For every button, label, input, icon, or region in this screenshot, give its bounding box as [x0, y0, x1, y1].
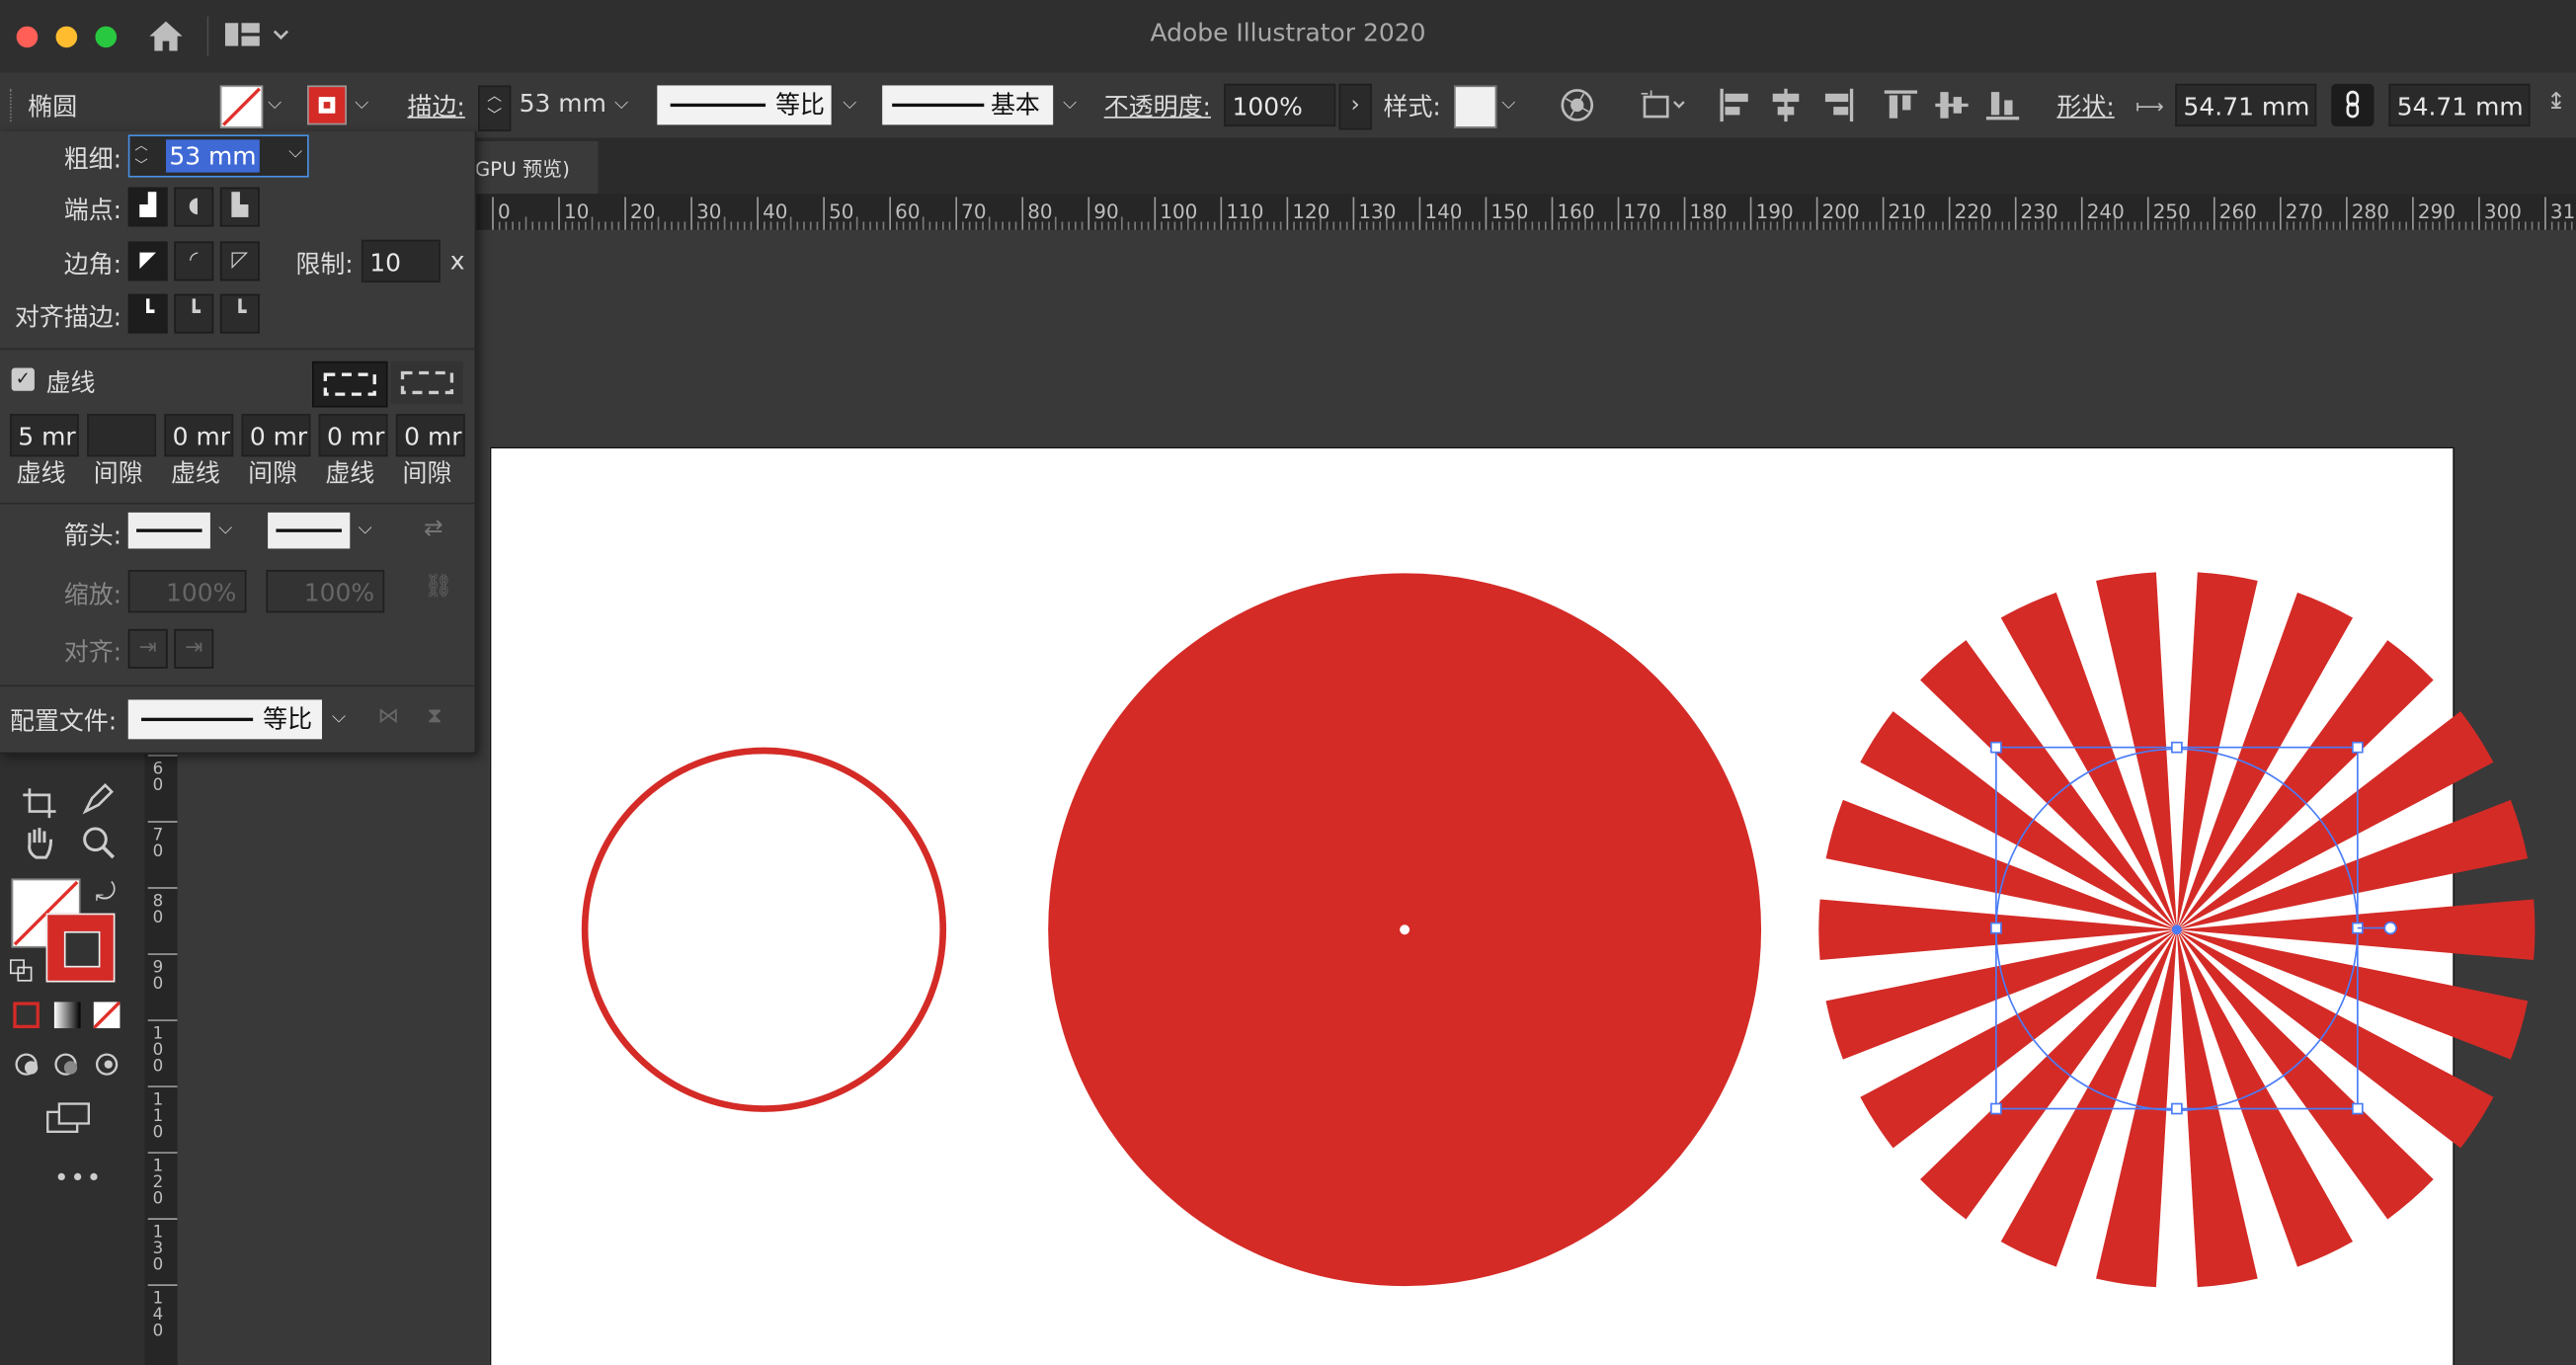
place-arrow-button[interactable]: ⇥	[174, 628, 214, 669]
gap-label: 间隙	[93, 457, 143, 488]
tools-panel: ⤾ •••	[0, 739, 145, 1365]
bevel-join-button[interactable]: ◸	[219, 241, 260, 281]
dash-input[interactable]: 5 mr	[9, 414, 79, 457]
stroke-panel: 粗细: ︿ ﹀ 53 mm ⌵ 端点: ▟ ◖ ▙ 边角: ◤ ◜ ◸ 限制: 1…	[0, 131, 477, 755]
dashed-label: 虚线	[45, 367, 96, 398]
gap-label: 间隙	[248, 457, 298, 488]
selection-center	[2171, 924, 2182, 935]
stroke-color-swatch[interactable]	[45, 913, 116, 983]
limit-label: 限制:	[295, 249, 354, 280]
align-dash-button[interactable]	[390, 361, 464, 405]
dashed-checkbox[interactable]: ✓	[11, 367, 35, 391]
arrow-align-label: 对齐:	[63, 637, 122, 668]
chevron-down-icon[interactable]: ⌵	[218, 518, 232, 540]
gradient-mode-button[interactable]	[53, 1002, 81, 1029]
preserve-dash-button[interactable]	[312, 361, 388, 408]
swap-icon[interactable]: ⤾	[95, 877, 116, 907]
color-mode-button[interactable]	[13, 1002, 40, 1029]
align-center-stroke-button[interactable]: ┗	[127, 293, 168, 334]
none-mode-button[interactable]	[93, 1002, 121, 1029]
corner-label: 边角:	[63, 249, 122, 280]
start-arrowhead-select[interactable]	[127, 512, 210, 549]
end-arrowhead-select[interactable]	[268, 512, 351, 549]
projecting-cap-button[interactable]: ▙	[219, 187, 260, 227]
selection-handle[interactable]	[2352, 741, 2364, 754]
profile-label: 配置文件:	[9, 706, 118, 737]
selection-handle[interactable]	[2352, 1102, 2364, 1115]
selection-handle[interactable]	[1990, 922, 2002, 934]
flip-along-icon[interactable]: ⋈	[378, 704, 400, 729]
swap-arrowheads-icon[interactable]: ⇄	[424, 516, 443, 542]
limit-input[interactable]: 10	[361, 239, 441, 283]
chevron-down-icon[interactable]: ⌵	[332, 706, 346, 729]
pen-icon[interactable]	[79, 778, 119, 818]
chevron-down-icon[interactable]: ⌵	[288, 141, 302, 164]
stroked-circle[interactable]	[581, 747, 947, 1112]
align-inside-stroke-button[interactable]: ┗	[174, 293, 214, 334]
more-icon[interactable]: •••	[54, 1163, 103, 1192]
selection-handle[interactable]	[2171, 1102, 2183, 1115]
arrowhead-label: 箭头:	[63, 521, 122, 551]
flip-across-icon[interactable]: ⧗	[427, 704, 442, 729]
dash-label: 虚线	[16, 457, 66, 488]
selection-handle[interactable]	[1990, 1102, 2002, 1115]
miter-join-button[interactable]: ◤	[127, 241, 168, 281]
default-colors-icon[interactable]	[9, 959, 33, 982]
weight-input[interactable]: ︿ ﹀ 53 mm ⌵	[127, 134, 309, 178]
chevron-down-icon[interactable]: ⌵	[359, 518, 372, 540]
weight-value: 53 mm	[165, 139, 260, 173]
align-outside-stroke-button[interactable]: ┗	[219, 293, 260, 334]
zoom-icon[interactable]	[79, 823, 119, 862]
round-cap-button[interactable]: ◖	[174, 187, 214, 227]
selection-handle[interactable]	[1990, 741, 2002, 754]
profile-select[interactable]: 等比	[127, 699, 323, 740]
dash-label: 虚线	[325, 457, 375, 488]
divider	[0, 684, 475, 687]
divider	[0, 348, 475, 351]
weight-stepper[interactable]: ︿ ﹀	[134, 136, 147, 176]
illustrator-window: Adobe Illustrator 2020 椭圆 ⌵ ⌵ 描边: ︿ ﹀ 53 …	[0, 0, 2576, 1365]
link-scale-icon[interactable]: ⛓	[424, 573, 453, 600]
gap-input[interactable]	[87, 414, 157, 457]
align-stroke-label: 对齐描边:	[14, 301, 122, 332]
divider	[0, 502, 475, 505]
start-scale-input[interactable]: 100%	[127, 570, 247, 613]
pie-widget-handle[interactable]	[2383, 921, 2397, 935]
profile-value: 等比	[263, 704, 313, 735]
gap-input[interactable]: 0 mr	[241, 414, 311, 457]
dash-input[interactable]: 0 mr	[164, 414, 234, 457]
butt-cap-button[interactable]: ▟	[127, 187, 168, 227]
weight-label: 粗细:	[63, 144, 122, 175]
draw-normal-icon[interactable]	[13, 1051, 127, 1078]
limit-unit: x	[449, 246, 465, 277]
screen-mode-icon[interactable]	[46, 1100, 93, 1137]
round-join-button[interactable]: ◜	[174, 241, 214, 281]
gap-label: 间隙	[402, 457, 452, 488]
extend-arrow-button[interactable]: ⇥	[127, 628, 168, 669]
end-scale-input[interactable]: 100%	[266, 570, 385, 613]
scale-label: 缩放:	[63, 580, 122, 609]
dash-input[interactable]: 0 mr	[318, 414, 388, 457]
selection-handle[interactable]	[2171, 741, 2183, 754]
cap-label: 端点:	[63, 195, 122, 225]
center-point	[1400, 924, 1410, 935]
dash-label: 虚线	[170, 457, 220, 488]
crop-icon[interactable]	[20, 785, 59, 822]
gap-input[interactable]: 0 mr	[395, 414, 465, 457]
hand-icon[interactable]	[20, 823, 59, 862]
